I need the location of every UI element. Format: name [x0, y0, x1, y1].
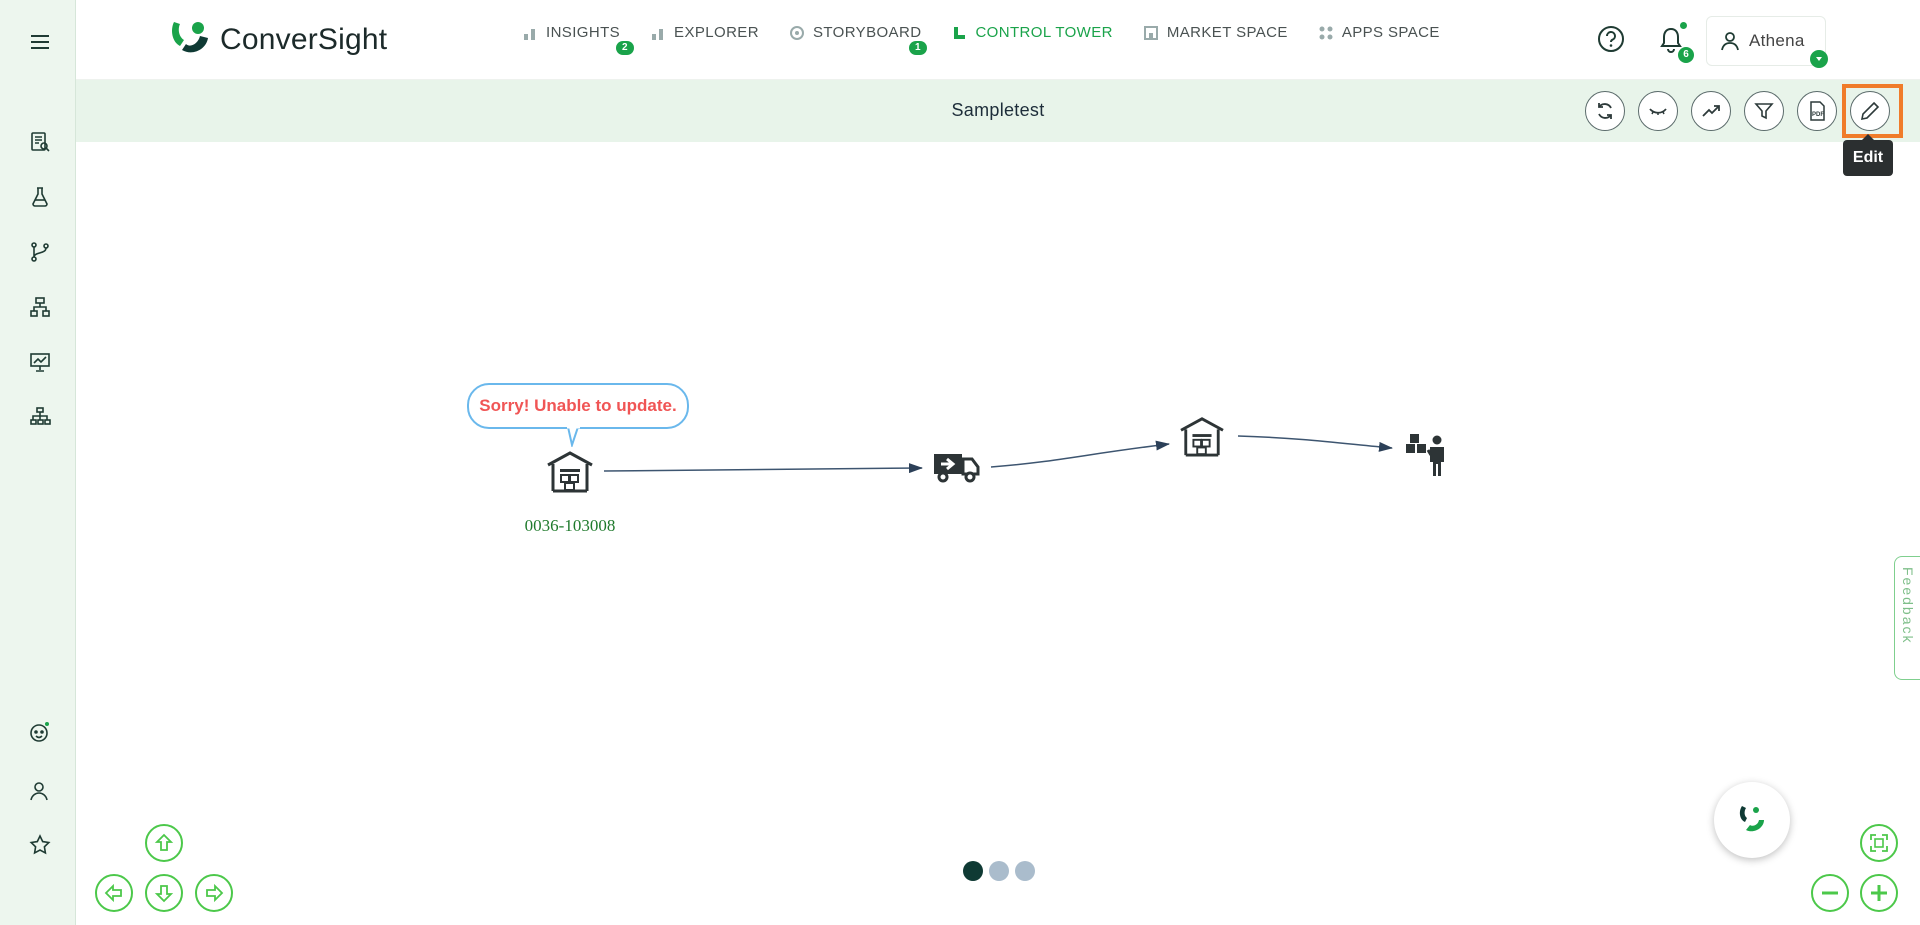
chevron-down-icon[interactable]: [1810, 50, 1828, 68]
flow-connector: [1237, 435, 1393, 452]
hierarchy-icon[interactable]: [22, 289, 58, 325]
bar-chart-icon: [524, 28, 535, 40]
svg-text:PDF: PDF: [1812, 112, 1824, 118]
nav-insights[interactable]: INSIGHTS 2: [522, 24, 634, 55]
trend-button[interactable]: [1691, 91, 1731, 131]
logo-text: ConverSight: [220, 23, 388, 56]
warehouse-icon: [1180, 417, 1224, 457]
user-name: Athena: [1749, 31, 1805, 50]
help-icon[interactable]: [1596, 24, 1626, 54]
conversight-logo-icon: [172, 22, 208, 53]
menu-icon[interactable]: [22, 24, 58, 60]
flow-connector: [990, 440, 1170, 468]
refresh-button[interactable]: [1585, 91, 1625, 131]
feedback-tab[interactable]: Feedback: [1894, 556, 1920, 680]
customer-node[interactable]: [1404, 430, 1450, 478]
page-dot-1[interactable]: [963, 861, 983, 881]
minus-icon: [1822, 891, 1838, 895]
flask-icon[interactable]: [22, 179, 58, 215]
flow-canvas: [603, 435, 1393, 474]
branch-icon[interactable]: [22, 234, 58, 270]
nav-market-space-label: MARKET SPACE: [1166, 24, 1288, 41]
edit-button-highlight: [1842, 84, 1903, 138]
main-nav: INSIGHTS 2 EXPLORER STORYBOARD 1 CONTROL…: [522, 24, 1470, 55]
left-sidebar: [0, 0, 76, 925]
assistant-logo-icon: [1739, 806, 1764, 832]
chat-assistant-button[interactable]: [1714, 782, 1790, 858]
arrow-right-icon: [206, 883, 224, 903]
nav-market-space[interactable]: MARKET SPACE: [1143, 24, 1288, 41]
pan-up-button[interactable]: [145, 824, 183, 862]
pan-down-button[interactable]: [145, 874, 183, 912]
zoom-out-button[interactable]: [1811, 874, 1849, 912]
hide-button[interactable]: [1638, 91, 1678, 131]
page-indicator: [963, 861, 1035, 881]
customer-delivery-icon: [1406, 434, 1444, 476]
report-icon[interactable]: [22, 124, 58, 160]
pan-left-button[interactable]: [95, 874, 133, 912]
user-icon[interactable]: [22, 773, 58, 809]
fit-to-screen-button[interactable]: [1860, 824, 1898, 862]
notification-count-badge: 6: [1678, 47, 1694, 63]
nav-control-tower-label: CONTROL TOWER: [975, 24, 1113, 41]
nav-insights-label: INSIGHTS: [546, 24, 621, 41]
market-icon: [1143, 25, 1158, 40]
nav-explorer-label: EXPLORER: [674, 24, 759, 41]
eye-closed-icon: [1649, 108, 1667, 115]
pdf-icon: PDF: [1810, 101, 1825, 121]
zoom-in-button[interactable]: [1860, 874, 1898, 912]
trend-up-icon: [1702, 105, 1720, 117]
warehouse-node[interactable]: [1179, 415, 1225, 457]
page-title: Sampletest: [951, 100, 1045, 120]
node-label: 0036-103008: [524, 516, 616, 535]
nav-control-tower[interactable]: CONTROL TOWER: [951, 24, 1112, 41]
nav-storyboard[interactable]: STORYBOARD 1: [789, 24, 927, 55]
storyboard-badge: 1: [908, 41, 927, 55]
insights-badge: 2: [616, 41, 634, 55]
filter-button[interactable]: [1744, 91, 1784, 131]
page-dot-3[interactable]: [1015, 861, 1035, 881]
truck-node[interactable]: [932, 448, 980, 484]
assistant-icon[interactable]: [22, 714, 58, 750]
control-tower-icon: [954, 26, 966, 39]
presentation-icon[interactable]: [22, 344, 58, 380]
nav-apps-space[interactable]: APPS SPACE: [1318, 24, 1440, 41]
bubble-tail: [566, 427, 580, 447]
warehouse-icon: [547, 451, 593, 493]
user-icon: [1721, 32, 1739, 51]
truck-icon: [934, 454, 980, 483]
nav-storyboard-label: STORYBOARD: [812, 24, 922, 41]
pdf-export-button[interactable]: PDF: [1797, 91, 1837, 131]
filter-icon: [1754, 103, 1774, 120]
warehouse-node[interactable]: [546, 449, 594, 493]
page-dot-2[interactable]: [989, 861, 1009, 881]
user-menu-button[interactable]: Athena: [1706, 16, 1826, 66]
arrow-left-icon: [104, 883, 122, 903]
plus-icon: [1871, 885, 1887, 901]
error-message-bubble: Sorry! Unable to update.: [467, 383, 689, 429]
flow-connector: [603, 463, 923, 474]
arrow-up-icon: [154, 833, 174, 851]
nav-apps-space-label: APPS SPACE: [1341, 24, 1440, 41]
feedback-label: Feedback: [1900, 567, 1916, 645]
fit-screen-icon: [1870, 834, 1888, 852]
notification-dot: [1680, 22, 1687, 29]
org-chart-icon[interactable]: [22, 399, 58, 435]
logo[interactable]: ConverSight: [168, 20, 387, 60]
pan-right-button[interactable]: [195, 874, 233, 912]
refresh-icon: [1598, 103, 1612, 119]
apps-grid-icon: [1319, 26, 1333, 39]
arrow-down-icon: [154, 885, 174, 903]
nav-explorer[interactable]: EXPLORER: [650, 24, 759, 41]
storyboard-icon: [789, 25, 804, 40]
star-icon[interactable]: [22, 827, 58, 863]
bar-chart-icon: [652, 28, 664, 40]
